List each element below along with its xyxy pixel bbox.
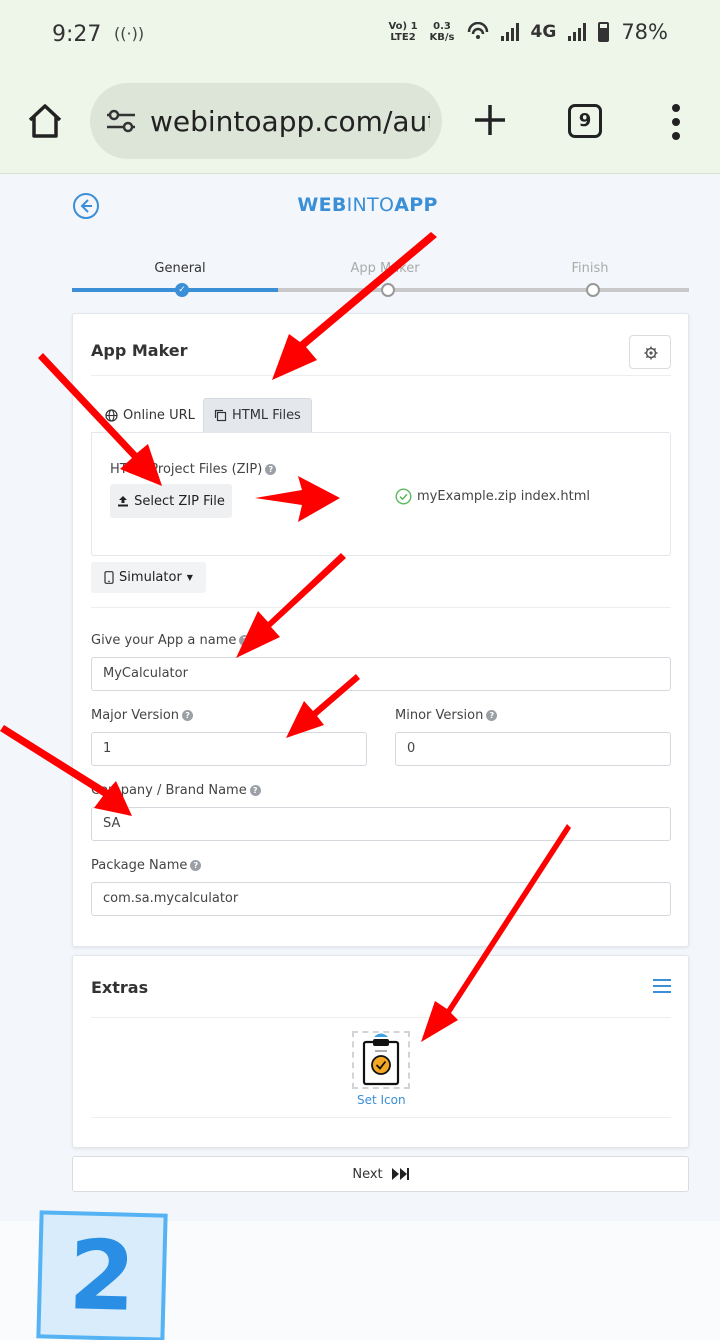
extras-title: Extras: [91, 978, 149, 997]
step-finish-dot: [586, 283, 600, 297]
step-general-check-icon: ✓: [175, 283, 189, 297]
signal-icon: [500, 23, 519, 41]
new-tab-icon[interactable]: [472, 102, 508, 138]
help-icon[interactable]: ?: [190, 860, 202, 871]
tab-html-files[interactable]: HTML Files: [203, 398, 312, 432]
selected-files: myExample.zip index.html: [395, 486, 590, 506]
divider: [91, 375, 671, 376]
tab-online-url[interactable]: Online URL: [95, 398, 205, 432]
step-finish-label: Finish: [571, 261, 609, 276]
signal-icon-2: [568, 23, 587, 41]
status-time: 9:27: [52, 22, 102, 47]
select-zip-button[interactable]: Select ZIP File: [110, 484, 232, 518]
help-icon[interactable]: ?: [239, 635, 251, 646]
minor-version-input[interactable]: 0: [395, 732, 671, 766]
step-general-label: General: [154, 261, 206, 276]
divider: [91, 1017, 671, 1018]
company-input[interactable]: SA: [91, 807, 671, 841]
brand-logo: WEBINTOAPP: [297, 194, 438, 216]
url-text: webintoapp.com/aut: [150, 104, 430, 138]
help-icon[interactable]: ?: [486, 710, 498, 721]
divider: [91, 607, 671, 608]
site-settings-icon[interactable]: [104, 104, 138, 138]
clipboard-icon: [362, 1033, 400, 1086]
settings-button[interactable]: [629, 335, 671, 369]
app-name-label: Give your App a name?: [91, 633, 251, 648]
package-name-input[interactable]: com.sa.mycalculator: [91, 882, 671, 916]
minor-version-label: Minor Version?: [395, 708, 498, 723]
app-maker-card: App Maker Online URL HTML Files HTML Pro…: [72, 313, 689, 947]
network-type: 4G: [530, 22, 557, 42]
tab-switcher-button[interactable]: 9: [568, 104, 602, 138]
progress-steps: General App Maker Finish ✓: [72, 261, 689, 301]
battery-percent: 78%: [621, 20, 668, 44]
help-icon[interactable]: ?: [249, 785, 261, 796]
wifi-calling-icon: [467, 22, 488, 39]
hotspot-icon: ((·)): [114, 24, 145, 43]
divider: [91, 1117, 671, 1118]
package-name-label: Package Name?: [91, 858, 202, 873]
more-menu-icon[interactable]: [668, 102, 684, 142]
app-name-input[interactable]: MyCalculator: [91, 657, 671, 691]
status-bar: 9:27 ((·)) Vo) 1 LTE2 0.3 KB/s 4G 78%: [0, 0, 720, 72]
step-app-maker-dot: [381, 283, 395, 297]
globe-icon: [105, 408, 118, 422]
fast-forward-icon: [391, 1168, 409, 1180]
step-app-maker-label: App Maker: [350, 261, 420, 276]
gear-icon: [644, 346, 658, 360]
major-version-label: Major Version?: [91, 708, 194, 723]
status-indicators: Vo) 1 LTE2 0.3 KB/s 4G 78%: [388, 20, 668, 44]
page-content: WEBINTOAPP General App Maker Finish ✓ Ap…: [0, 175, 720, 1221]
volte-indicator: Vo) 1 LTE2: [388, 21, 418, 43]
company-label: Company / Brand Name?: [91, 783, 261, 798]
address-bar[interactable]: webintoapp.com/aut: [90, 83, 442, 159]
help-icon[interactable]: ?: [182, 710, 194, 721]
step-number-badge: 2: [36, 1210, 168, 1340]
upload-icon: [118, 496, 129, 507]
battery-icon: [598, 22, 610, 42]
set-icon-link[interactable]: Set Icon: [357, 1093, 406, 1107]
check-circle-icon: [395, 487, 412, 505]
simulator-dropdown[interactable]: Simulator ▼: [91, 562, 206, 593]
home-icon[interactable]: [26, 102, 64, 140]
step-line-pending: [278, 288, 689, 292]
copy-icon: [214, 409, 227, 422]
browser-toolbar: webintoapp.com/aut 9: [0, 72, 720, 174]
extras-card: Extras Set Icon: [72, 955, 689, 1148]
caret-down-icon: ▼: [186, 573, 193, 582]
html-files-panel: HTML Project Files (ZIP)? Select ZIP Fil…: [91, 432, 671, 556]
zip-field-label: HTML Project Files (ZIP)?: [110, 462, 277, 477]
major-version-input[interactable]: 1: [91, 732, 367, 766]
help-icon[interactable]: ?: [265, 464, 277, 475]
app-icon-placeholder[interactable]: [352, 1031, 410, 1089]
app-maker-title: App Maker: [91, 341, 188, 360]
next-button[interactable]: Next: [72, 1156, 689, 1192]
network-speed: 0.3 KB/s: [429, 21, 455, 43]
menu-icon[interactable]: [653, 979, 671, 993]
phone-icon: [104, 571, 114, 584]
